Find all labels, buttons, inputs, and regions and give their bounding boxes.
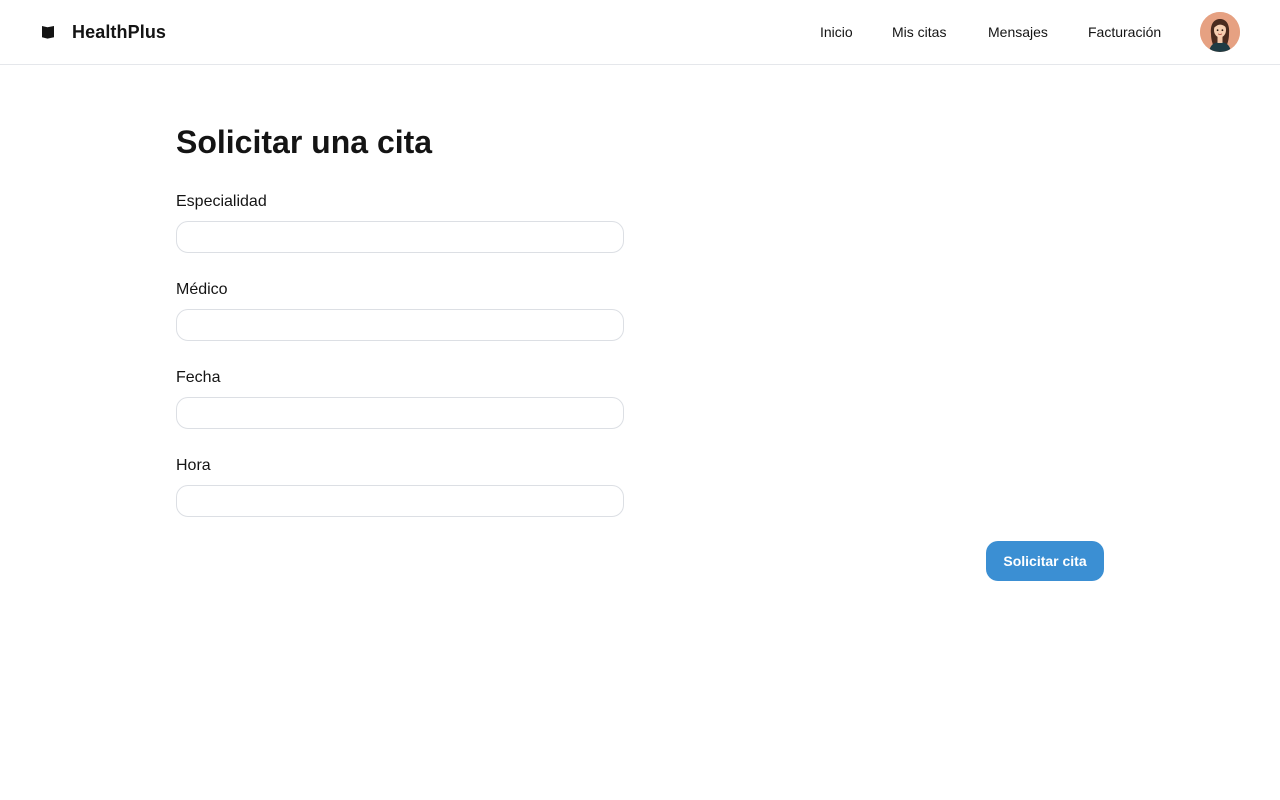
flag-icon [42,26,54,39]
avatar-portrait-icon [1200,12,1240,52]
time-label: Hora [176,457,211,474]
brand-name: HealthPlus [72,21,167,42]
nav-link-mensajes[interactable]: Mensajes [988,22,1048,42]
date-label: Fecha [176,369,221,386]
date-input[interactable] [176,397,624,429]
request-appointment-button[interactable]: Solicitar cita [986,541,1104,581]
top-navbar: HealthPlus Inicio Mis citas Mensajes Fac… [0,0,1280,65]
user-avatar[interactable] [1200,12,1240,52]
page-title: Solicitar una cita [176,124,433,160]
nav-link-facturacion[interactable]: Facturación [1088,22,1161,42]
doctor-input[interactable] [176,309,624,341]
nav-link-inicio[interactable]: Inicio [820,22,853,42]
doctor-label: Médico [176,281,228,298]
time-input[interactable] [176,485,624,517]
nav-link-mis-citas[interactable]: Mis citas [892,22,946,42]
specialty-label: Especialidad [176,193,267,210]
brand[interactable]: HealthPlus [40,20,166,44]
specialty-input[interactable] [176,221,624,253]
